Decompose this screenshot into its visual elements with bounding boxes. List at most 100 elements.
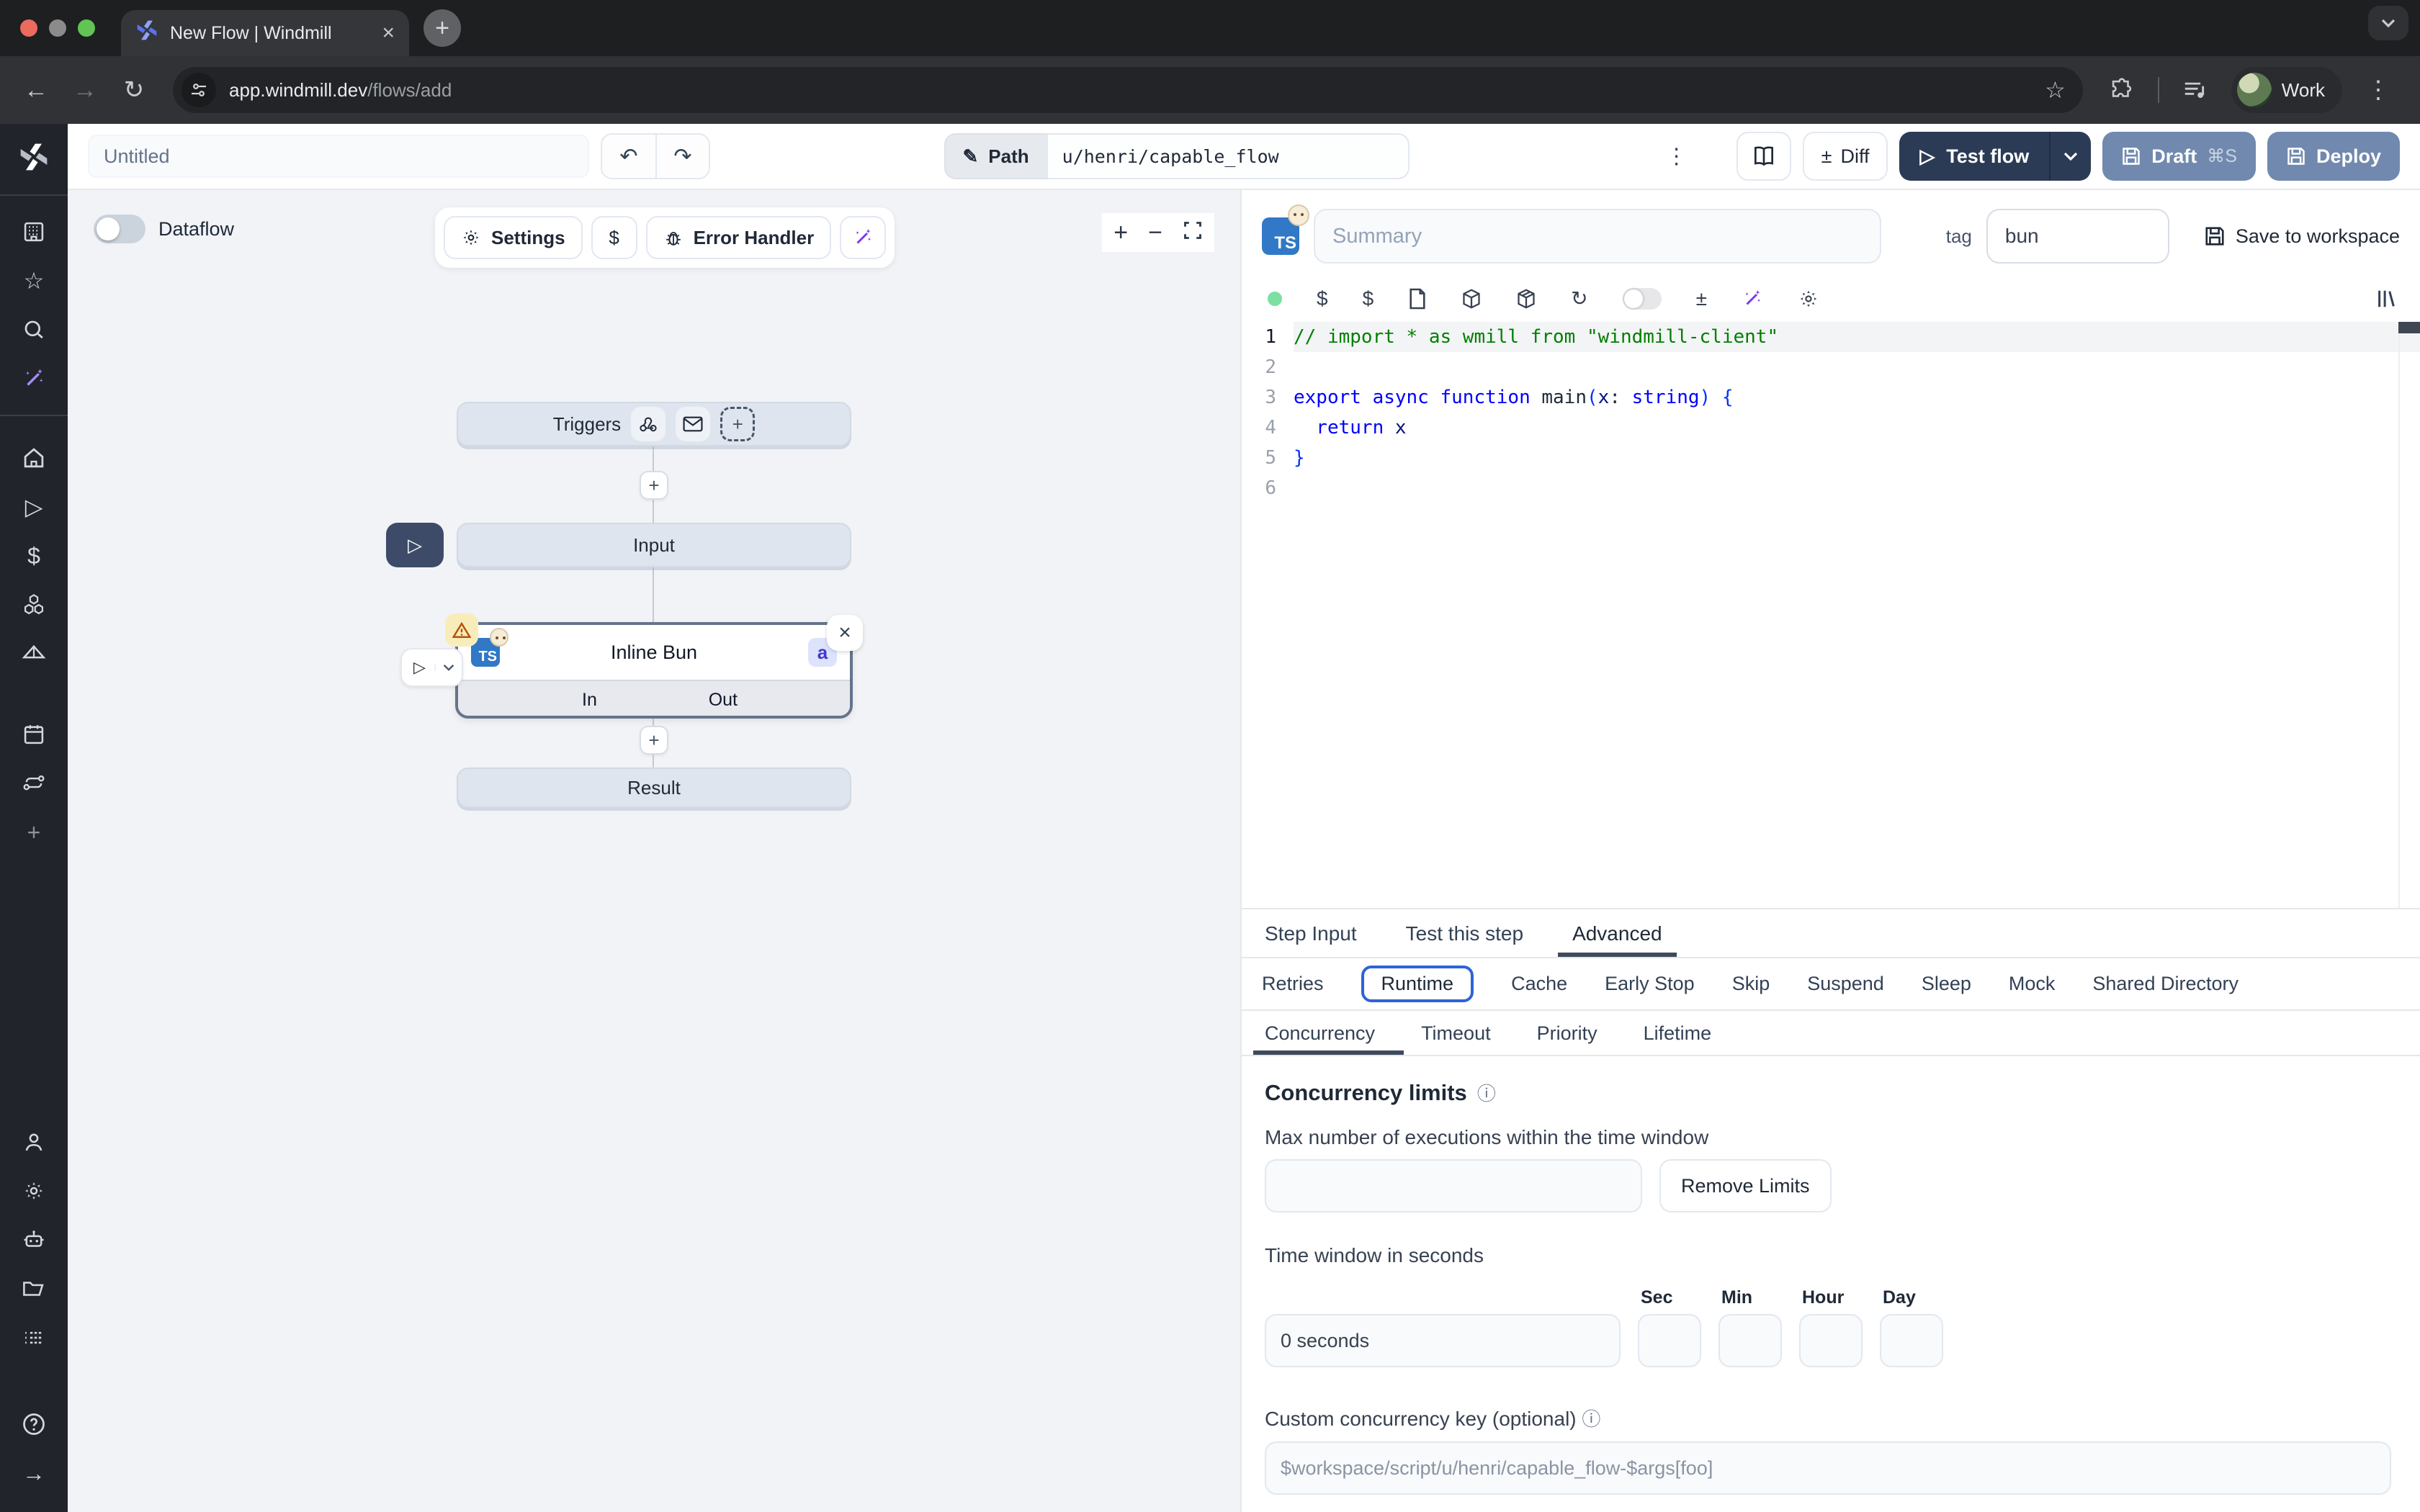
tab-sleep[interactable]: Sleep xyxy=(1922,968,1971,999)
more-options-kebab-icon[interactable]: ⋮ xyxy=(1666,144,1688,169)
delete-step-button[interactable]: × xyxy=(827,615,863,651)
ai-wand-button[interactable] xyxy=(840,216,886,259)
path-chip[interactable]: ✎Path xyxy=(944,133,1047,179)
run-step-chevron-icon[interactable] xyxy=(434,664,462,671)
error-handler-button[interactable]: Error Handler xyxy=(646,216,832,259)
summary-input[interactable] xyxy=(1314,209,1881,264)
docs-book-button[interactable] xyxy=(1736,132,1791,181)
save-to-workspace-button[interactable]: Save to workspace xyxy=(2204,225,2400,248)
tab-close-icon[interactable]: × xyxy=(382,22,395,44)
custom-concurrency-key-input[interactable] xyxy=(1265,1441,2391,1495)
script-file-icon[interactable] xyxy=(1408,288,1427,310)
tab-timeout[interactable]: Timeout xyxy=(1418,1011,1494,1055)
help-icon[interactable] xyxy=(0,1400,68,1449)
dataflow-toggle[interactable] xyxy=(94,215,145,243)
result-node[interactable]: Result xyxy=(457,768,851,808)
flow-settings-button[interactable]: Settings xyxy=(444,216,583,259)
insert-resource-icon[interactable]: $ xyxy=(1363,287,1374,310)
new-tab-button[interactable]: + xyxy=(424,9,461,47)
day-input[interactable] xyxy=(1880,1314,1943,1367)
remove-limits-button[interactable]: Remove Limits xyxy=(1659,1159,1832,1212)
site-settings-icon[interactable] xyxy=(182,73,216,107)
tab-search-chevron-icon[interactable] xyxy=(2368,6,2408,40)
add-trigger-button[interactable]: + xyxy=(720,407,755,441)
tab-lifetime[interactable]: Lifetime xyxy=(1641,1011,1715,1055)
sidebar-item-home[interactable] xyxy=(0,433,68,482)
sidebar-item-resources[interactable] xyxy=(0,580,68,629)
tab-mock[interactable]: Mock xyxy=(2009,968,2056,999)
diff-button[interactable]: ±Diff xyxy=(1803,132,1888,181)
sidebar-item-logs-list[interactable] xyxy=(0,1313,68,1362)
library-icon[interactable] xyxy=(2375,288,2397,310)
ai-wand-icon[interactable] xyxy=(1742,288,1763,310)
windmill-logo[interactable] xyxy=(18,124,50,194)
sidebar-item-add[interactable]: + xyxy=(0,808,68,857)
sidebar-item-folders[interactable] xyxy=(0,1264,68,1313)
sidebar-item-workers-robot[interactable] xyxy=(0,1215,68,1264)
triggers-node[interactable]: Triggers + xyxy=(457,402,851,446)
max-executions-input[interactable] xyxy=(1265,1159,1642,1212)
tab-retries[interactable]: Retries xyxy=(1262,968,1324,999)
code-editor[interactable]: 1 // import * as wmill from "windmill-cl… xyxy=(1242,322,2420,908)
back-icon[interactable]: ← xyxy=(14,68,58,112)
step-out-handle[interactable]: Out xyxy=(709,690,738,711)
tag-input[interactable] xyxy=(1986,209,2169,264)
insert-step-button[interactable]: + xyxy=(640,726,668,755)
diff-mode-toggle[interactable] xyxy=(1623,288,1662,310)
tab-suspend[interactable]: Suspend xyxy=(1807,968,1884,999)
tab-concurrency[interactable]: Concurrency xyxy=(1262,1011,1378,1055)
info-icon[interactable]: ⓘ xyxy=(1582,1408,1600,1430)
sidebar-item-search[interactable] xyxy=(0,305,68,354)
tab-runtime[interactable]: Runtime xyxy=(1361,966,1474,1002)
step-node-inline-bun[interactable]: TS Inline Bun a In Out xyxy=(455,622,853,719)
run-step-play-icon[interactable]: ▷ xyxy=(402,658,434,677)
tab-early-stop[interactable]: Early Stop xyxy=(1605,968,1695,999)
run-from-input-button[interactable]: ▷ xyxy=(386,523,444,567)
redo-button[interactable]: ↷ xyxy=(655,135,709,178)
reload-icon[interactable]: ↻ xyxy=(112,68,156,112)
sidebar-item-settings-gear[interactable] xyxy=(0,1166,68,1215)
zoom-in-icon[interactable]: + xyxy=(1113,220,1128,245)
sidebar-item-users[interactable] xyxy=(0,1117,68,1166)
address-bar[interactable]: app.windmill.dev/flows/add ☆ xyxy=(173,67,2083,113)
tab-advanced[interactable]: Advanced xyxy=(1569,909,1665,957)
browser-tab[interactable]: New Flow | Windmill × xyxy=(121,10,409,56)
hour-input[interactable] xyxy=(1799,1314,1863,1367)
sidebar-item-calendar[interactable] xyxy=(0,710,68,759)
tab-shared-directory[interactable]: Shared Directory xyxy=(2092,968,2238,999)
tab-step-input[interactable]: Step Input xyxy=(1262,909,1360,957)
package-icon[interactable] xyxy=(1461,289,1482,309)
flow-canvas[interactable]: Dataflow Settings $ Error Handler xyxy=(68,190,1242,1512)
flow-name-input[interactable] xyxy=(88,135,589,178)
draft-button[interactable]: Draft⌘S xyxy=(2102,132,2256,181)
input-node[interactable]: Input xyxy=(457,523,851,567)
zoom-out-icon[interactable]: − xyxy=(1148,220,1162,245)
editor-settings-gear-icon[interactable] xyxy=(1798,288,1819,310)
extensions-icon[interactable] xyxy=(2100,68,2143,112)
media-controls-icon[interactable] xyxy=(2174,68,2217,112)
sidebar-item-flows-route[interactable] xyxy=(0,759,68,808)
tab-test-this-step[interactable]: Test this step xyxy=(1403,909,1526,957)
forward-icon[interactable]: → xyxy=(63,68,107,112)
sidebar-item-favorites[interactable]: ☆ xyxy=(0,256,68,305)
browser-profile-button[interactable]: Work xyxy=(2231,67,2342,113)
window-controls[interactable] xyxy=(20,19,95,37)
info-icon[interactable]: ⓘ xyxy=(1477,1079,1496,1106)
email-trigger-icon[interactable] xyxy=(676,407,710,441)
expand-sidebar-arrow-icon[interactable]: → xyxy=(0,1449,68,1498)
reload-icon[interactable]: ↻ xyxy=(1571,287,1587,310)
sidebar-item-ai-wand[interactable] xyxy=(0,354,68,403)
test-flow-dropdown-chevron[interactable] xyxy=(2049,132,2091,181)
sidebar-item-schedules-prism[interactable] xyxy=(0,629,68,678)
fit-view-icon[interactable] xyxy=(1183,220,1203,245)
test-flow-button[interactable]: ▷Test flow xyxy=(1899,132,2091,181)
insert-variable-icon[interactable]: $ xyxy=(1317,287,1328,310)
min-input[interactable] xyxy=(1718,1314,1782,1367)
editor-scroll-thumb[interactable] xyxy=(2398,322,2420,333)
tab-skip[interactable]: Skip xyxy=(1732,968,1770,999)
deploy-button[interactable]: Deploy xyxy=(2267,132,2400,181)
sec-input[interactable] xyxy=(1638,1314,1701,1367)
tab-cache[interactable]: Cache xyxy=(1511,968,1567,999)
close-window-button[interactable] xyxy=(20,19,37,37)
step-in-handle[interactable]: In xyxy=(582,690,597,711)
